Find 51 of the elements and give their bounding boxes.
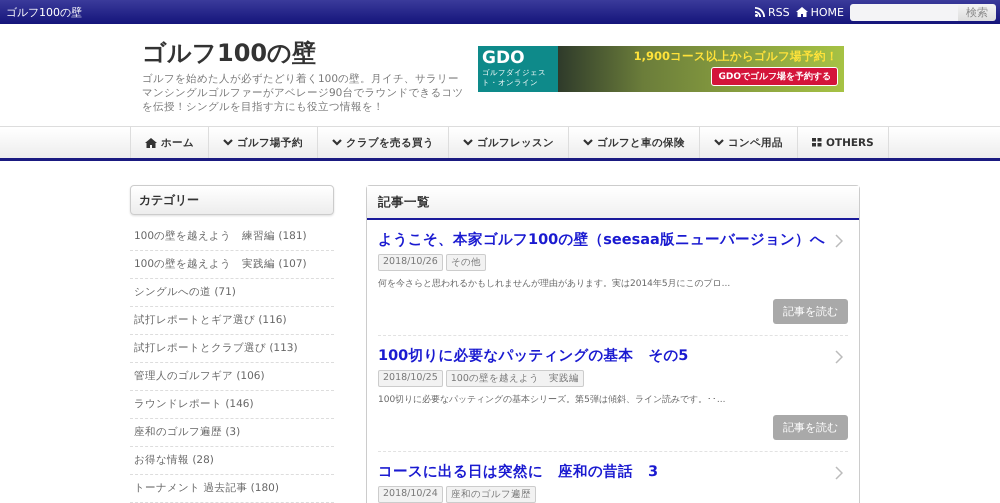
- category-link[interactable]: 座和のゴルフ遍歴 (3): [130, 419, 334, 447]
- topbar-link[interactable]: RSS: [755, 6, 790, 18]
- search-field[interactable]: [850, 4, 958, 20]
- nav-item[interactable]: OTHERS: [797, 127, 889, 158]
- category-tag[interactable]: 座和のゴルフ遍歴: [446, 486, 536, 503]
- nav-item[interactable]: ホーム: [130, 127, 208, 158]
- category-tag[interactable]: 100の壁を越えよう 実践編: [446, 370, 584, 387]
- home-icon: [796, 7, 808, 17]
- banner-button[interactable]: GDOでゴルフ場を予約する: [711, 67, 838, 86]
- chevron-right-icon[interactable]: [835, 234, 843, 248]
- category-link[interactable]: 管理人のゴルフギア (106): [130, 363, 334, 391]
- category-link[interactable]: シングルへの道 (71): [130, 279, 334, 307]
- site-name: ゴルフ100の壁: [6, 4, 82, 20]
- chevron-right-icon[interactable]: [835, 466, 843, 480]
- chevron-down-icon: [332, 139, 342, 146]
- category-link[interactable]: ラウンドレポート (146): [130, 391, 334, 419]
- category-link[interactable]: 試打レポートとギア選び (116): [130, 307, 334, 335]
- article-title[interactable]: コースに出る日は突然に 座和の昔話 3: [378, 462, 828, 482]
- chevron-down-icon: [223, 139, 233, 146]
- article-title[interactable]: ようこそ、本家ゴルフ100の壁（seesaa版ニューバージョン）へ: [378, 230, 828, 250]
- topbar-link[interactable]: HOME: [796, 6, 844, 18]
- site-description: ゴルフを始めた人が必ずたどり着く100の壁。月イチ、サラリーマンシングルゴルファーがアベレージ90台でラウンドできるコツを伝授！シングルを目指す方にも役立つ情報を！: [142, 72, 464, 114]
- nav-item[interactable]: クラブを売る買う: [317, 127, 448, 158]
- nav-item[interactable]: ゴルフと車の保険: [568, 127, 699, 158]
- category-link[interactable]: お得な情報 (28): [130, 447, 334, 475]
- grid-icon: [812, 138, 822, 147]
- date-tag: 2018/10/25: [378, 370, 443, 387]
- chevron-down-icon: [714, 139, 724, 146]
- category-tag[interactable]: その他: [446, 254, 486, 271]
- chevron-right-icon[interactable]: [835, 350, 843, 364]
- rss-icon: [755, 7, 766, 17]
- nav-item[interactable]: ゴルフ場予約: [208, 127, 317, 158]
- chevron-down-icon: [583, 139, 593, 146]
- date-tag: 2018/10/24: [378, 486, 443, 503]
- banner-logo: GDO: [482, 49, 526, 68]
- home-icon: [145, 138, 157, 148]
- article-excerpt: 何を今さらと思われるかもしれませんが理由があります。実は2014年5月にこのブロ...: [378, 278, 732, 290]
- category-link[interactable]: 100の壁を越えよう 実践編 (107): [130, 251, 334, 279]
- date-tag: 2018/10/26: [378, 254, 443, 271]
- section-heading: 記事一覧: [367, 186, 859, 220]
- sidebar-heading: カテゴリー: [130, 185, 334, 215]
- article-excerpt: 100切りに必要なパッティングの基本シリーズ。第5弾は傾斜、ライン読みです。･･...: [378, 394, 726, 406]
- category-link[interactable]: 100の壁を越えよう 練習編 (181): [130, 223, 334, 251]
- category-link[interactable]: 試打レポートとクラブ選び (113): [130, 335, 334, 363]
- nav-item[interactable]: コンペ用品: [699, 127, 797, 158]
- nav-item[interactable]: ゴルフレッスン: [448, 127, 568, 158]
- banner-headline: 1,900コース以上からゴルフ場予約！: [634, 49, 838, 64]
- article-title[interactable]: 100切りに必要なパッティングの基本 その5: [378, 346, 828, 366]
- chevron-down-icon: [463, 139, 473, 146]
- site-title[interactable]: ゴルフ100の壁: [142, 38, 470, 68]
- category-link[interactable]: トーナメント 過去記事 (180): [130, 475, 334, 503]
